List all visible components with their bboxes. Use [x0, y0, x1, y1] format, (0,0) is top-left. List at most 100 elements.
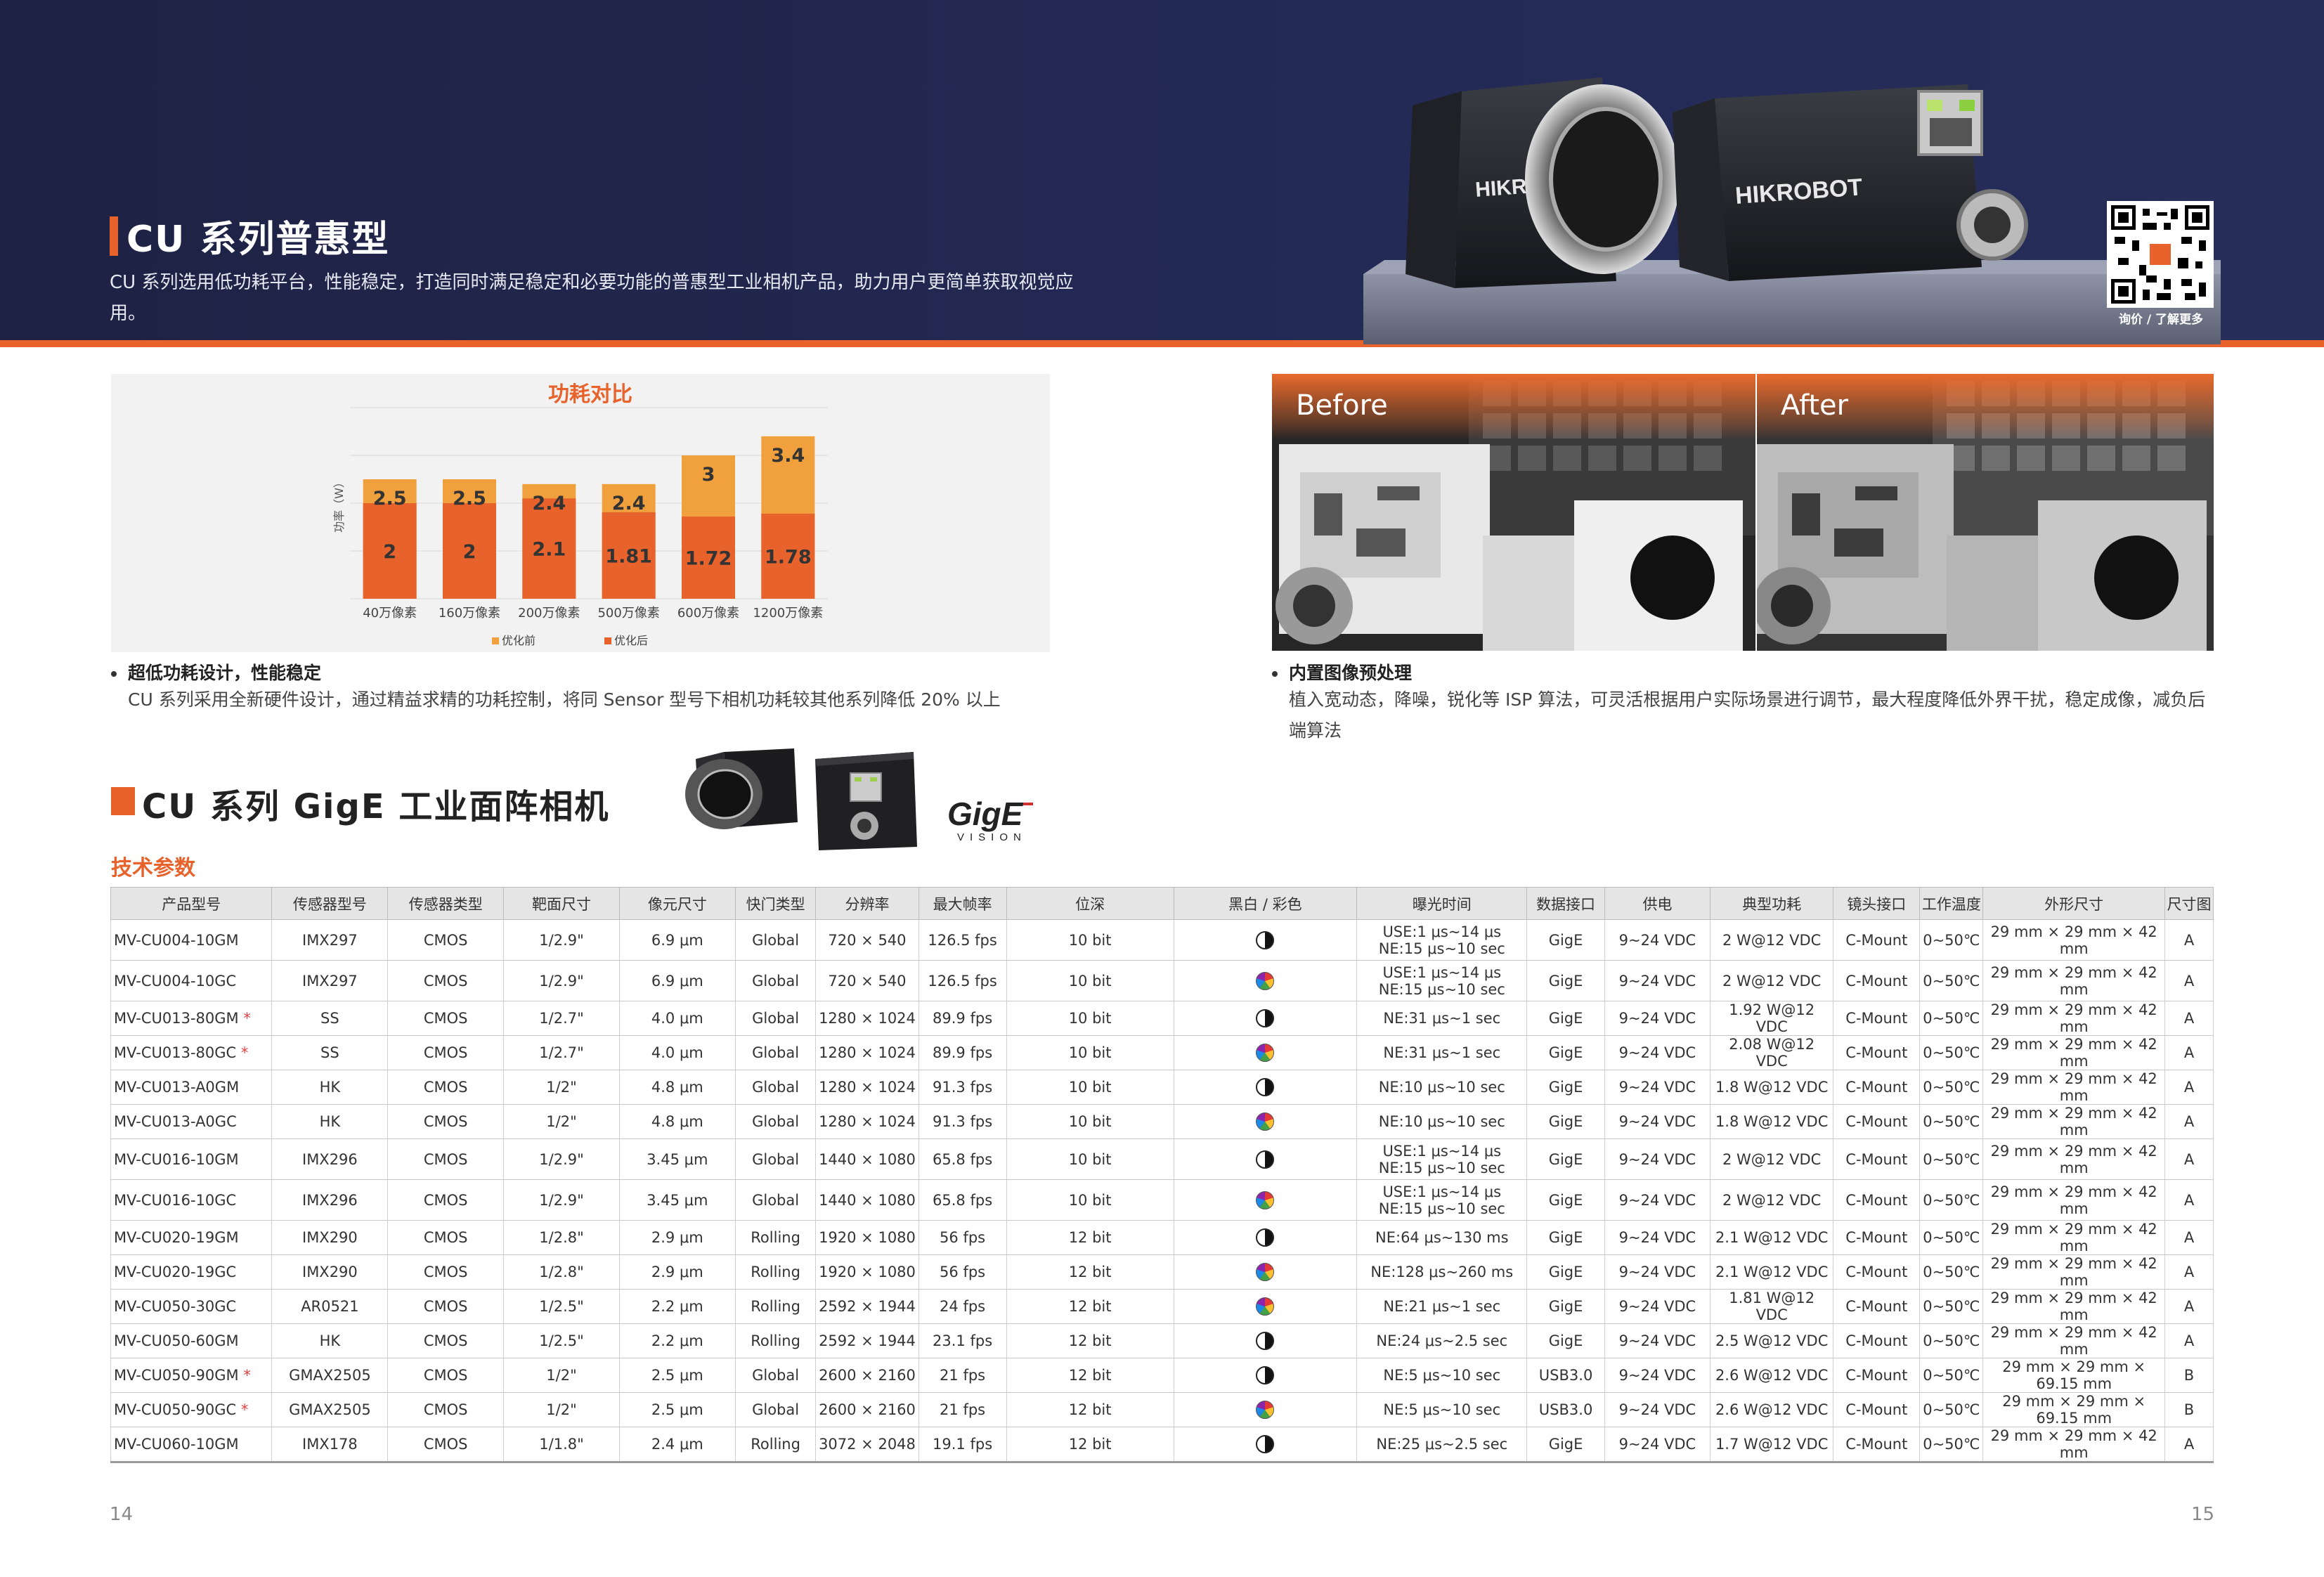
- sensor-cell: IMX297: [271, 960, 389, 1001]
- fps-cell: 21 fps: [918, 1392, 1007, 1427]
- table-row: MV-CU004-10GC IMX297 CMOS 1/2.9" 6.9 μm Glob…: [110, 960, 2214, 1001]
- iface-cell: GigE: [1526, 1323, 1605, 1358]
- lens-cell: C-Mount: [1833, 1392, 1921, 1427]
- new-product-star: *: [243, 1367, 251, 1384]
- draw-cell: B: [2164, 1358, 2214, 1393]
- model-cell: MV-CU004-10GC: [110, 960, 273, 1001]
- power-cell: 9~24 VDC: [1604, 1358, 1711, 1393]
- type-cell: CMOS: [387, 1070, 505, 1105]
- exposure-cell: NE:64 μs~130 ms: [1356, 1220, 1528, 1255]
- type-cell: CMOS: [387, 1138, 505, 1180]
- lens-cell: C-Mount: [1833, 1035, 1921, 1070]
- mono-color-cell: [1173, 960, 1358, 1001]
- mono-icon: [1256, 1228, 1275, 1247]
- bit-cell: 12 bit: [1006, 1289, 1174, 1324]
- size-cell: 1/2.9": [503, 960, 620, 1001]
- mono-color-cell: [1173, 1001, 1358, 1036]
- pixel-cell: 4.0 μm: [618, 1001, 736, 1036]
- sensor-cell: IMX296: [271, 1138, 389, 1180]
- fps-cell: 23.1 fps: [918, 1323, 1007, 1358]
- table-row: MV-CU016-10GC IMX296 CMOS 1/2.9" 3.45 μm Glo…: [110, 1179, 2214, 1221]
- table-row: MV-CU060-10GM IMX178 CMOS 1/1.8" 2.4 μm Roll…: [110, 1427, 2214, 1463]
- data-label-before: 3.4: [771, 445, 805, 467]
- lens-cell: C-Mount: [1833, 1289, 1921, 1324]
- exposure-cell: NE:5 μs~10 sec: [1356, 1392, 1528, 1427]
- shutter-cell: Rolling: [734, 1427, 817, 1463]
- temp-cell: 0~50℃: [1919, 1138, 1984, 1180]
- category-label: 1200万像素: [753, 606, 823, 621]
- model-cell: MV-CU016-10GC: [110, 1179, 273, 1221]
- dim-cell: 29 mm × 29 mm × 42 mm: [1982, 1323, 2166, 1358]
- res-cell: 2592 × 1944: [815, 1323, 919, 1358]
- feature-isp: 内置图像预处理 植入宽动态，降噪，锐化等 ISP 算法，可灵活根据用户实际场景进…: [1272, 659, 2214, 746]
- sensor-cell: IMX297: [271, 919, 389, 961]
- data-label-before: 2.5: [373, 488, 407, 510]
- pixel-cell: 6.9 μm: [618, 960, 736, 1001]
- svg-text:GigE: GigE: [947, 796, 1024, 832]
- exposure-cell: NE:31 μs~1 sec: [1356, 1001, 1528, 1036]
- sensor-cell: GMAX2505: [271, 1358, 389, 1393]
- type-cell: CMOS: [387, 1179, 505, 1221]
- table-header-cell: 工作温度: [1919, 887, 1984, 920]
- exposure-cell: NE:128 μs~260 ms: [1356, 1254, 1528, 1290]
- model-cell: MV-CU050-90GC *: [110, 1392, 273, 1427]
- dim-cell: 29 mm × 29 mm × 42 mm: [1982, 1254, 2166, 1290]
- color-icon: [1256, 1297, 1275, 1316]
- table-header-cell: 黑白 / 彩色: [1173, 887, 1358, 920]
- table-row: MV-CU050-30GC AR0521 CMOS 1/2.5" 2.2 μm Roll…: [110, 1289, 2214, 1324]
- type-cell: CMOS: [387, 1392, 505, 1427]
- mono-icon: [1256, 930, 1275, 949]
- shutter-cell: Global: [734, 1104, 817, 1139]
- draw-cell: A: [2164, 960, 2214, 1001]
- shutter-cell: Rolling: [734, 1323, 817, 1358]
- res-cell: 720 × 540: [815, 919, 919, 961]
- fps-cell: 56 fps: [918, 1220, 1007, 1255]
- type-cell: CMOS: [387, 1104, 505, 1139]
- fps-cell: 19.1 fps: [918, 1427, 1007, 1463]
- iface-cell: GigE: [1526, 1179, 1605, 1221]
- exposure-cell: NE:31 μs~1 sec: [1356, 1035, 1528, 1070]
- draw-cell: B: [2164, 1392, 2214, 1427]
- shutter-cell: Rolling: [734, 1289, 817, 1324]
- shutter-cell: Global: [734, 1001, 817, 1036]
- bit-cell: 12 bit: [1006, 1358, 1174, 1393]
- pixel-cell: 6.9 μm: [618, 919, 736, 961]
- page-number-left: 14: [110, 1504, 134, 1525]
- table-header-cell: 尺寸图: [2164, 887, 2214, 920]
- temp-cell: 0~50℃: [1919, 1035, 1984, 1070]
- feature-isp-text: 植入宽动态，降噪，锐化等 ISP 算法，可灵活根据用户实际场景进行调节，最大程度…: [1289, 689, 2206, 741]
- table-header-cell: 外形尺寸: [1982, 887, 2166, 920]
- qr-code[interactable]: [2107, 201, 2214, 308]
- draw-cell: A: [2164, 1289, 2214, 1324]
- data-label-after: 2.1: [532, 539, 566, 561]
- res-cell: 1920 × 1080: [815, 1220, 919, 1255]
- draw-cell: A: [2164, 1254, 2214, 1290]
- dim-cell: 29 mm × 29 mm × 42 mm: [1982, 1070, 2166, 1105]
- draw-cell: A: [2164, 1427, 2214, 1463]
- section-title: CU 系列 GigE 工业面阵相机: [142, 787, 610, 826]
- cons-cell: 1.92 W@12 VDC: [1710, 1001, 1834, 1036]
- draw-cell: A: [2164, 1001, 2214, 1036]
- table-row: MV-CU050-60GM HK CMOS 1/2.5" 2.2 μm Rolling 2…: [110, 1323, 2214, 1358]
- iface-cell: GigE: [1526, 1035, 1605, 1070]
- fps-cell: 65.8 fps: [918, 1138, 1007, 1180]
- res-cell: 2592 × 1944: [815, 1289, 919, 1324]
- size-cell: 1/1.8": [503, 1427, 620, 1463]
- sensor-cell: GMAX2505: [271, 1392, 389, 1427]
- power-cell: 9~24 VDC: [1604, 919, 1711, 961]
- mono-color-cell: [1173, 1289, 1358, 1324]
- res-cell: 1280 × 1024: [815, 1001, 919, 1036]
- color-icon: [1256, 1112, 1275, 1131]
- dim-cell: 29 mm × 29 mm × 42 mm: [1982, 919, 2166, 961]
- lens-cell: C-Mount: [1833, 1427, 1921, 1463]
- cons-cell: 2.08 W@12 VDC: [1710, 1035, 1834, 1070]
- bit-cell: 10 bit: [1006, 960, 1174, 1001]
- bit-cell: 12 bit: [1006, 1392, 1174, 1427]
- temp-cell: 0~50℃: [1919, 1001, 1984, 1036]
- size-cell: 1/2.8": [503, 1254, 620, 1290]
- model-cell: MV-CU004-10GM: [110, 919, 273, 961]
- size-cell: 1/2.5": [503, 1289, 620, 1324]
- exposure-cell: USE:1 μs~14 μs NE:15 μs~10 sec: [1356, 1179, 1528, 1221]
- table-header-cell: 快门类型: [734, 887, 817, 920]
- sensor-cell: IMX290: [271, 1254, 389, 1290]
